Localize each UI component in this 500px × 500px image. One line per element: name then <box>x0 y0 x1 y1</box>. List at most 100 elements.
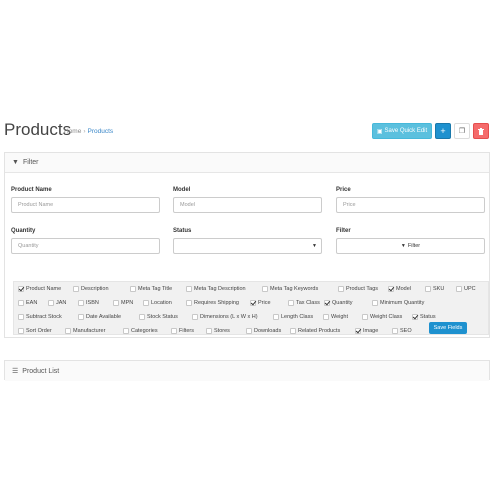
checkbox[interactable] <box>18 314 24 320</box>
checkbox[interactable] <box>262 286 268 292</box>
checkbox[interactable] <box>206 328 212 334</box>
field-checkbox-mpn[interactable]: MPN <box>113 300 133 306</box>
field-checkbox-downloads[interactable]: Downloads <box>246 328 281 334</box>
field-checkbox-quantity[interactable]: Quantity <box>324 300 352 306</box>
checkbox[interactable] <box>273 314 279 320</box>
checkbox[interactable] <box>123 328 129 334</box>
field-checkbox-dimensions-l-x-w-x-h[interactable]: Dimensions (L x W x H) <box>192 314 258 320</box>
field-checkbox-sort-order[interactable]: Sort Order <box>18 328 52 334</box>
checkbox[interactable] <box>338 286 344 292</box>
field-checkbox-location[interactable]: Location <box>143 300 172 306</box>
field-checkbox-seo[interactable]: SEO <box>392 328 412 334</box>
field-checkbox-tax-class[interactable]: Tax Class <box>288 300 320 306</box>
checkbox[interactable] <box>290 328 296 334</box>
field-checkbox-status[interactable]: Status <box>412 314 436 320</box>
checkbox-label: MPN <box>121 300 134 306</box>
field-checkbox-price[interactable]: Price <box>250 300 271 306</box>
field-checkbox-weight-class[interactable]: Weight Class <box>362 314 402 320</box>
quantity-input[interactable]: Quantity <box>11 238 160 254</box>
checkbox[interactable] <box>362 314 368 320</box>
model-input[interactable]: Model <box>173 197 322 213</box>
save-quick-edit-button[interactable]: ▣ Save Quick Edit <box>372 123 432 139</box>
add-button[interactable]: + <box>435 123 451 139</box>
field-checkbox-related-products[interactable]: Related Products <box>290 328 340 334</box>
field-checkbox-product-tags[interactable]: Product Tags <box>338 286 378 292</box>
checkbox-label: Meta Tag Title <box>138 286 173 292</box>
checkbox[interactable] <box>246 328 252 334</box>
filter-button[interactable]: ▼ Filter <box>336 238 485 254</box>
breadcrumb: Home › Products <box>64 128 113 135</box>
checkbox[interactable] <box>65 328 71 334</box>
checkbox[interactable] <box>412 314 418 320</box>
field-checkbox-manufacturer[interactable]: Manufacturer <box>65 328 105 334</box>
product-name-input[interactable]: Product Name <box>11 197 160 213</box>
save-fields-button[interactable]: Save Fields <box>429 322 467 334</box>
checkbox[interactable] <box>323 314 329 320</box>
checkbox[interactable] <box>18 300 24 306</box>
checkbox[interactable] <box>18 328 24 334</box>
field-checkbox-subtract-stock[interactable]: Subtract Stock <box>18 314 62 320</box>
checkbox[interactable] <box>324 300 330 306</box>
list-icon: ☰ <box>12 368 19 375</box>
field-checkbox-meta-tag-keywords[interactable]: Meta Tag Keywords <box>262 286 318 292</box>
checkbox-label: Image <box>363 328 379 334</box>
checkbox[interactable] <box>355 328 361 334</box>
checkbox[interactable] <box>456 286 462 292</box>
field-checkbox-meta-tag-title[interactable]: Meta Tag Title <box>130 286 172 292</box>
checkbox[interactable] <box>192 314 198 320</box>
field-checkbox-stores[interactable]: Stores <box>206 328 230 334</box>
price-input[interactable]: Price <box>336 197 485 213</box>
checkbox-label: Meta Tag Keywords <box>270 286 319 292</box>
field-checkbox-minimum-quantity[interactable]: Minimum Quantity <box>372 300 424 306</box>
copy-button[interactable]: ❐ <box>454 123 470 139</box>
field-checkbox-meta-tag-description[interactable]: Meta Tag Description <box>186 286 246 292</box>
breadcrumb-home[interactable]: Home <box>64 128 81 135</box>
field-checkbox-image[interactable]: Image <box>355 328 378 334</box>
checkbox[interactable] <box>130 286 136 292</box>
checkbox[interactable] <box>78 300 84 306</box>
field-checkbox-length-class[interactable]: Length Class <box>273 314 313 320</box>
filter-icon: ▼ <box>12 159 19 166</box>
field-checkbox-product-name[interactable]: Product Name <box>18 286 61 292</box>
field-checkbox-requires-shipping[interactable]: Requires Shipping <box>186 300 239 306</box>
checkbox[interactable] <box>186 286 192 292</box>
checkbox-label: Model <box>396 286 411 292</box>
field-checkbox-description[interactable]: Description <box>73 286 109 292</box>
checkbox[interactable] <box>186 300 192 306</box>
breadcrumb-products[interactable]: Products <box>88 128 114 135</box>
checkbox-label: Categories <box>131 328 158 334</box>
checkbox[interactable] <box>388 286 394 292</box>
checkbox[interactable] <box>171 328 177 334</box>
field-selector: Product Name Description Meta Tag Title Met… <box>13 281 489 335</box>
checkbox[interactable] <box>288 300 294 306</box>
checkbox[interactable] <box>48 300 54 306</box>
field-checkbox-date-available[interactable]: Date Available <box>78 314 121 320</box>
field-checkbox-sku[interactable]: SKU <box>425 286 444 292</box>
checkbox[interactable] <box>73 286 79 292</box>
field-checkbox-stock-status[interactable]: Stock Status <box>139 314 178 320</box>
status-select[interactable]: ▼ <box>173 238 322 254</box>
filter-panel: ▼ Filter Product Name Product Name Model… <box>4 152 490 338</box>
checkbox[interactable] <box>372 300 378 306</box>
checkbox-label: Date Available <box>86 314 122 320</box>
checkbox-label: UPC <box>464 286 476 292</box>
field-checkbox-filters[interactable]: Filters <box>171 328 194 334</box>
field-checkbox-upc[interactable]: UPC <box>456 286 476 292</box>
checkbox[interactable] <box>18 286 24 292</box>
checkbox[interactable] <box>425 286 431 292</box>
checkbox[interactable] <box>392 328 398 334</box>
field-checkbox-ean[interactable]: EAN <box>18 300 37 306</box>
checkbox[interactable] <box>113 300 119 306</box>
checkbox[interactable] <box>139 314 145 320</box>
field-checkbox-jan[interactable]: JAN <box>48 300 66 306</box>
delete-button[interactable] <box>473 123 489 139</box>
checkbox[interactable] <box>143 300 149 306</box>
checkbox[interactable] <box>250 300 256 306</box>
field-checkbox-categories[interactable]: Categories <box>123 328 158 334</box>
checkbox-label: Description <box>81 286 109 292</box>
field-checkbox-isbn[interactable]: ISBN <box>78 300 99 306</box>
field-checkbox-model[interactable]: Model <box>388 286 411 292</box>
checkbox-label: Subtract Stock <box>26 314 62 320</box>
checkbox[interactable] <box>78 314 84 320</box>
field-checkbox-weight[interactable]: Weight <box>323 314 348 320</box>
